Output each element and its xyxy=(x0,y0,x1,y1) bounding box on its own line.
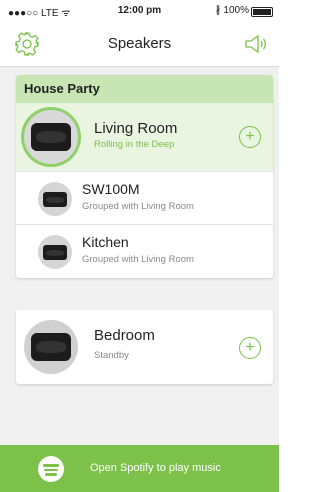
speaker-status: Grouped with Living Room xyxy=(82,201,194,212)
group-card: House Party Living Room Rolling in the D… xyxy=(16,75,273,278)
now-playing-text: Rolling in the Deep xyxy=(94,139,175,150)
add-speaker-button[interactable]: + xyxy=(239,337,261,359)
speaker-icon xyxy=(43,192,67,207)
volume-icon[interactable] xyxy=(243,32,269,56)
add-speaker-button[interactable]: + xyxy=(239,126,261,148)
speaker-row-active[interactable]: Living Room Rolling in the Deep + xyxy=(16,103,273,172)
spotify-icon xyxy=(38,456,64,482)
status-bar: ●●●○○ LTE ᯤ 12:00 pm ∦ 100% xyxy=(0,0,279,22)
spotify-banner[interactable]: Open Spotify to play music xyxy=(0,445,279,492)
group-title[interactable]: House Party xyxy=(16,75,273,103)
spotify-banner-text: Open Spotify to play music xyxy=(90,462,221,474)
speaker-avatar xyxy=(24,320,78,374)
speaker-name: Living Room xyxy=(94,120,178,137)
speaker-avatar xyxy=(38,235,72,269)
speaker-row[interactable]: Kitchen Grouped with Living Room xyxy=(16,225,273,277)
page-title: Speakers xyxy=(107,35,172,52)
speaker-avatar xyxy=(38,182,72,216)
speaker-icon xyxy=(43,245,67,260)
speaker-name: Bedroom xyxy=(94,327,155,344)
battery-text: ∦ 100% xyxy=(215,5,249,16)
speaker-card-bedroom[interactable]: Bedroom Standby + xyxy=(16,310,273,384)
speaker-name: Kitchen xyxy=(82,234,129,250)
battery-icon xyxy=(251,7,273,17)
speaker-status: Standby xyxy=(94,350,129,361)
speaker-name: SW100M xyxy=(82,181,140,197)
speaker-list: House Party Living Room Rolling in the D… xyxy=(0,67,279,445)
speaker-status: Grouped with Living Room xyxy=(82,254,194,265)
speaker-row[interactable]: SW100M Grouped with Living Room xyxy=(16,172,273,225)
speaker-icon xyxy=(31,123,71,151)
navigation-bar: Speakers xyxy=(0,22,279,67)
speaker-avatar xyxy=(24,110,78,164)
speaker-icon xyxy=(31,333,71,361)
